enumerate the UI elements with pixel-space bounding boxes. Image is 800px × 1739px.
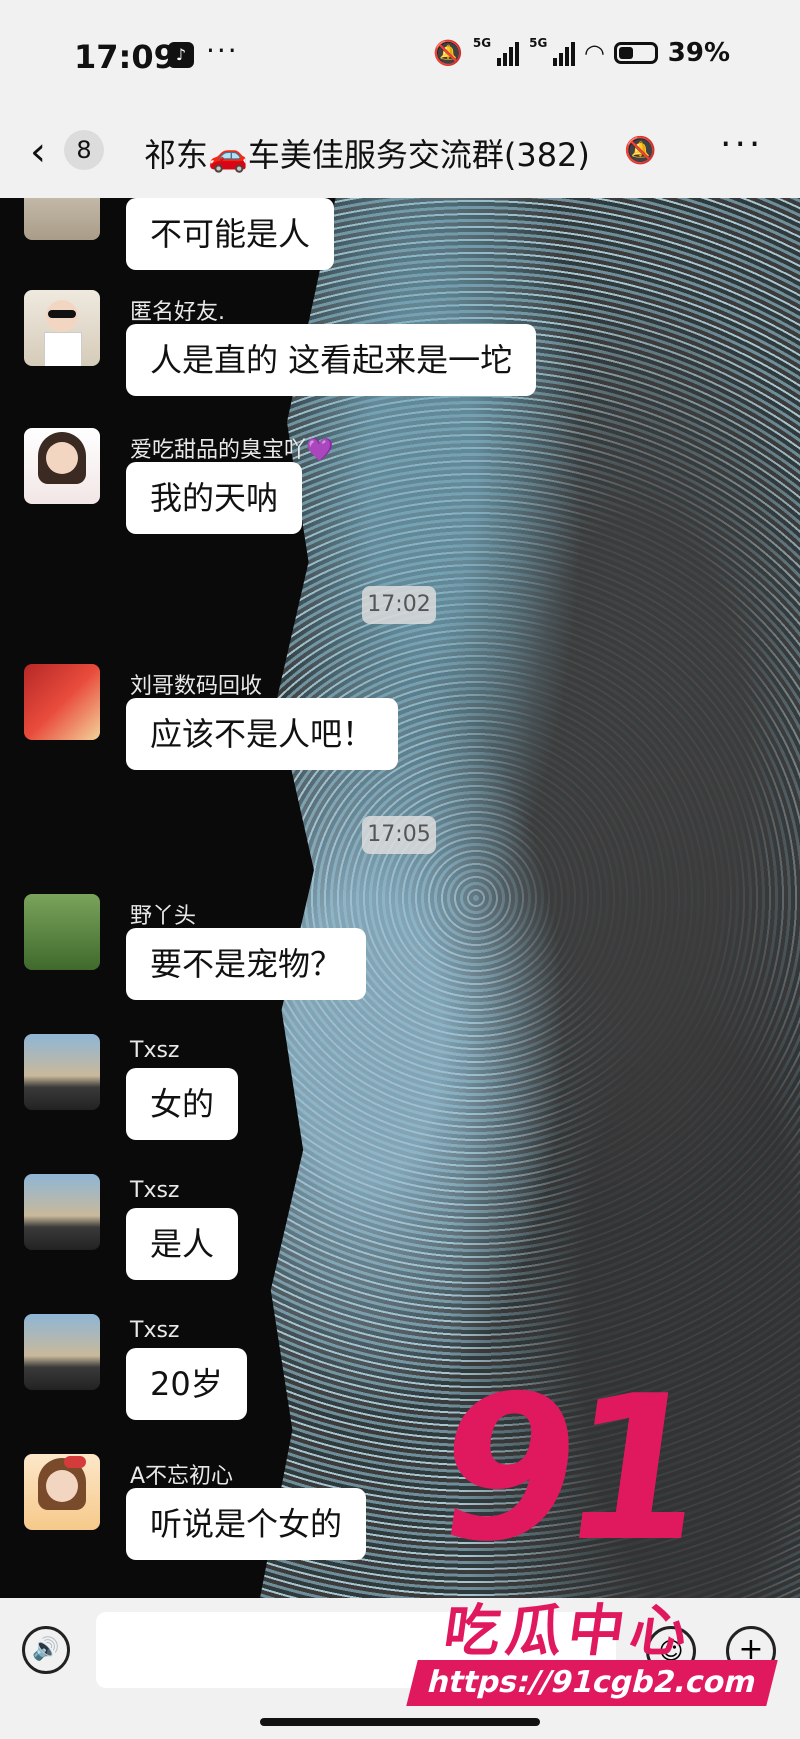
sender-name: A不忘初心 [130, 1464, 234, 1489]
more-notifications-icon: ··· [206, 34, 239, 67]
sender-name: 匿名好友. [130, 300, 225, 325]
sender-name: Txsz [130, 1178, 180, 1203]
signal-icon-1 [497, 40, 520, 66]
timestamp: 17:05 [362, 816, 436, 854]
mute-bell-icon: 🔕 [624, 136, 657, 166]
voice-icon[interactable]: 🔊 [22, 1626, 70, 1674]
message-bubble[interactable]: 女的 [126, 1068, 239, 1140]
avatar[interactable] [24, 428, 100, 504]
network-type-1: 5G [472, 36, 492, 50]
avatar[interactable] [24, 198, 100, 240]
message-bubble[interactable]: 是人 [126, 1208, 239, 1280]
avatar[interactable] [24, 1174, 100, 1250]
message-bubble[interactable]: 不可能是人 [126, 198, 335, 270]
message-bubble[interactable]: 人是直的 这看起来是一坨 [126, 324, 537, 396]
chat-header: ‹ 8 祁东🚗车美佳服务交流群(382) 🔕 ··· [0, 110, 800, 198]
sender-name: 刘哥数码回收 [130, 674, 263, 699]
home-indicator[interactable] [260, 1718, 540, 1726]
avatar[interactable] [24, 1454, 100, 1530]
avatar[interactable] [24, 664, 100, 740]
watermark-url: https://91cgb2.com [406, 1660, 778, 1706]
sender-name: Txsz [130, 1318, 180, 1343]
avatar[interactable] [24, 1034, 100, 1110]
watermark-logo: 91 [423, 1353, 707, 1586]
signal-icon-2 [553, 40, 576, 66]
timestamp: 17:02 [362, 586, 436, 624]
message-bubble[interactable]: 我的天呐 [126, 462, 303, 534]
battery-icon [613, 42, 658, 64]
status-time: 17:09 [74, 38, 176, 76]
sender-name: 爱吃甜品的臭宝吖💜 [130, 438, 334, 463]
back-icon[interactable]: ‹ [30, 128, 46, 176]
unread-count-badge[interactable]: 8 [64, 130, 104, 170]
tiktok-icon: ♪ [168, 42, 194, 68]
avatar[interactable] [24, 1314, 100, 1390]
message-bubble[interactable]: 要不是宠物？ [126, 928, 367, 1000]
avatar[interactable] [24, 894, 100, 970]
message-bubble[interactable]: 20岁 [126, 1348, 247, 1420]
battery-percent: 39% [667, 38, 730, 68]
more-options-icon[interactable]: ··· [720, 124, 763, 165]
message-bubble[interactable]: 应该不是人吧！ [126, 698, 399, 770]
sender-name: Txsz [130, 1038, 180, 1063]
group-title: 祁东🚗车美佳服务交流群(382) [144, 136, 590, 174]
wifi-icon: ◠ [585, 39, 604, 67]
avatar[interactable] [24, 290, 100, 366]
message-bubble[interactable]: 听说是个女的 [126, 1488, 367, 1560]
status-right: 🔕 5G 5G ◠ 39% [433, 36, 730, 68]
sender-name: 野丫头 [130, 904, 197, 929]
watermark-text: 吃瓜中心 [439, 1599, 697, 1664]
mute-icon: 🔕 [433, 39, 463, 67]
network-type-2: 5G [529, 36, 548, 50]
status-bar: 17:09 ♪ ··· 🔕 5G 5G ◠ 39% [0, 0, 800, 110]
